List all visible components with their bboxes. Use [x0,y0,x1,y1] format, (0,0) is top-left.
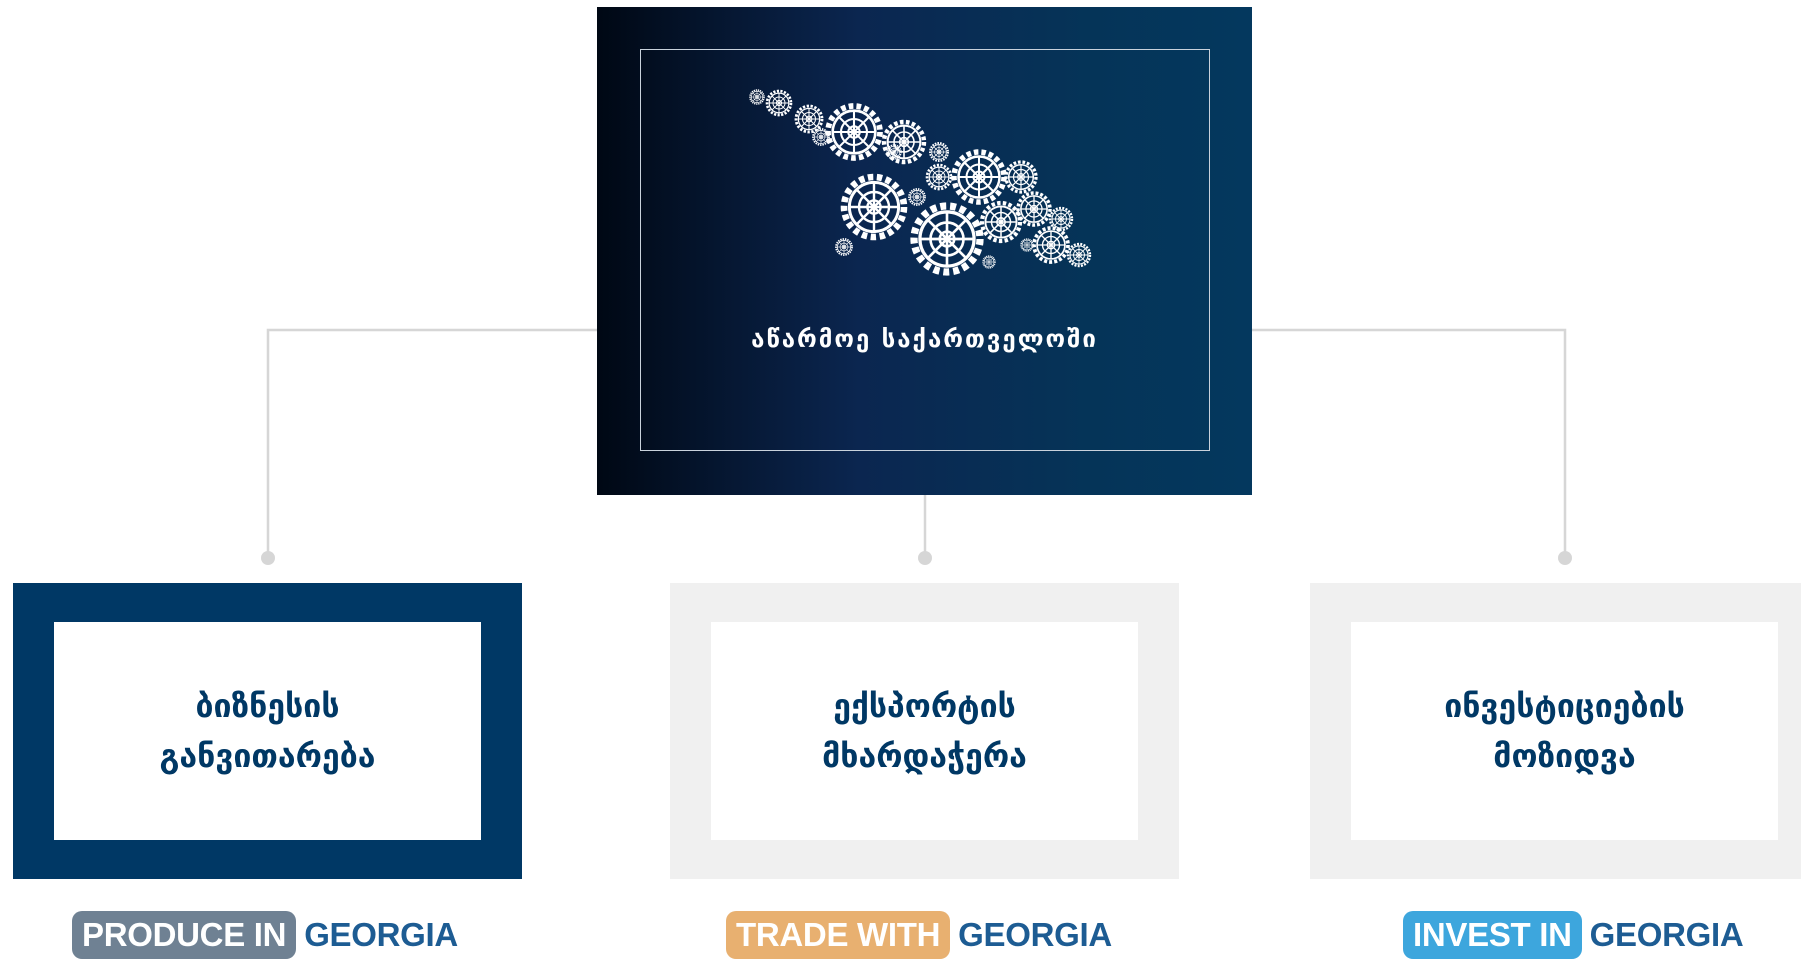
trade-with-georgia-logo[interactable]: TRADE WITH GEORGIA [726,911,1112,959]
card-inner: ბიზნესის განვითარება [54,622,481,840]
card-title-line2: მხარდაჭერა [822,737,1027,775]
brand-word: GEORGIA [958,916,1112,953]
brand-tag: INVEST IN [1403,911,1582,959]
card-inner: ექსპორტის მხარდაჭერა [711,622,1138,840]
connector-left [266,328,597,557]
hero-title: აწარმოე საქართველოში [751,325,1098,353]
produce-in-georgia-logo[interactable]: PRODUCE IN GEORGIA [72,911,458,959]
card-investment-attraction[interactable]: ინვესტიციების მოზიდვა [1310,583,1801,879]
brand-word: GEORGIA [304,916,458,953]
card-title-line1: ექსპორტის [833,687,1016,725]
brand-tag: TRADE WITH [726,911,951,959]
connector-right [1252,328,1567,557]
card-business-development[interactable]: ბიზნესის განვითარება [13,583,522,879]
brand-word: GEORGIA [1589,916,1744,953]
connector-dot-right [1558,551,1572,565]
card-title-line1: ინვესტიციების [1444,687,1685,725]
brand-tag: PRODUCE IN [72,911,297,959]
invest-in-georgia-logo[interactable]: INVEST IN GEORGIA [1403,911,1744,959]
connector-dot-center [918,551,932,565]
card-title-line2: მოზიდვა [1493,737,1636,775]
card-title: ინვესტიციების მოზიდვა [1444,681,1685,781]
card-export-support[interactable]: ექსპორტის მხარდაჭერა [670,583,1179,879]
card-title-line2: განვითარება [159,737,376,775]
card-inner: ინვესტიციების მოზიდვა [1351,622,1778,840]
card-title-line1: ბიზნესის [195,687,340,725]
card-title: ექსპორტის მხარდაჭერა [822,681,1027,781]
georgia-gears-map-icon [749,89,1092,277]
connector-dot-left [261,551,275,565]
hero-banner: აწარმოე საქართველოში [597,7,1252,495]
card-title: ბიზნესის განვითარება [160,681,376,781]
